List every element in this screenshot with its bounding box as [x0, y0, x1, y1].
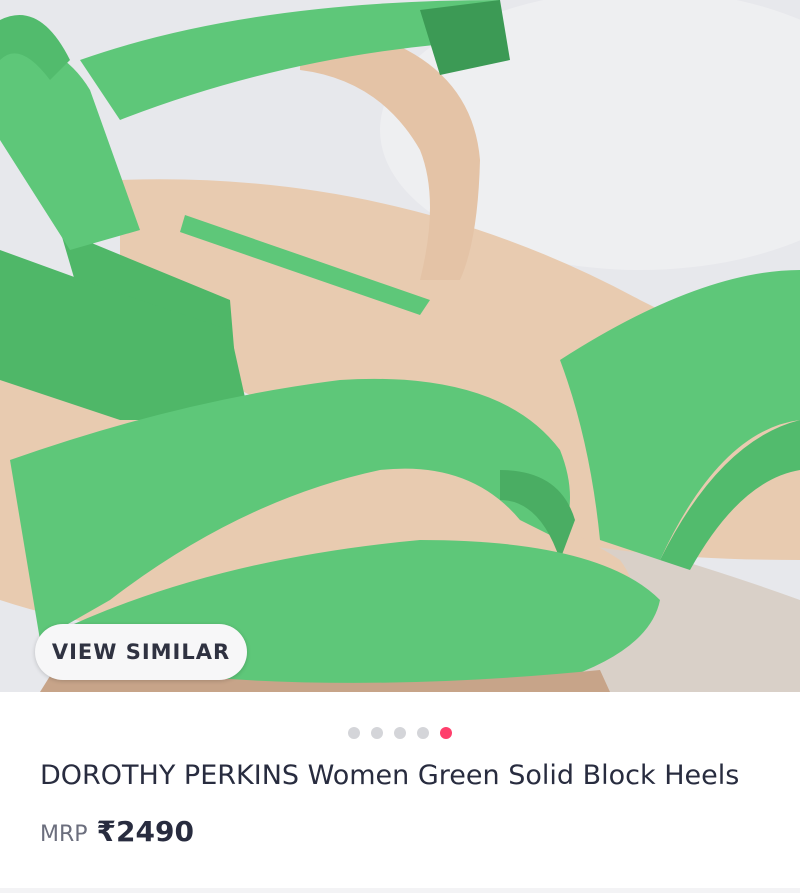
product-price: ₹2490 — [96, 815, 194, 848]
product-detail-screen: VIEW SIMILAR DOROTHY PERKINS Women Green… — [0, 0, 800, 893]
sandal-product-image[interactable] — [0, 0, 800, 692]
carousel-dot[interactable] — [417, 727, 429, 739]
carousel-dot[interactable] — [348, 727, 360, 739]
carousel-dot[interactable] — [371, 727, 383, 739]
price-row: MRP ₹2490 — [40, 815, 194, 848]
carousel-dot[interactable] — [394, 727, 406, 739]
carousel-dot-active[interactable] — [440, 727, 452, 739]
product-image-carousel[interactable]: VIEW SIMILAR — [0, 0, 800, 692]
view-similar-button[interactable]: VIEW SIMILAR — [35, 624, 247, 680]
carousel-pagination — [0, 727, 800, 741]
divider — [0, 888, 800, 893]
mrp-label: MRP — [40, 822, 88, 847]
product-title: DOROTHY PERKINS Women Green Solid Block … — [40, 760, 740, 791]
